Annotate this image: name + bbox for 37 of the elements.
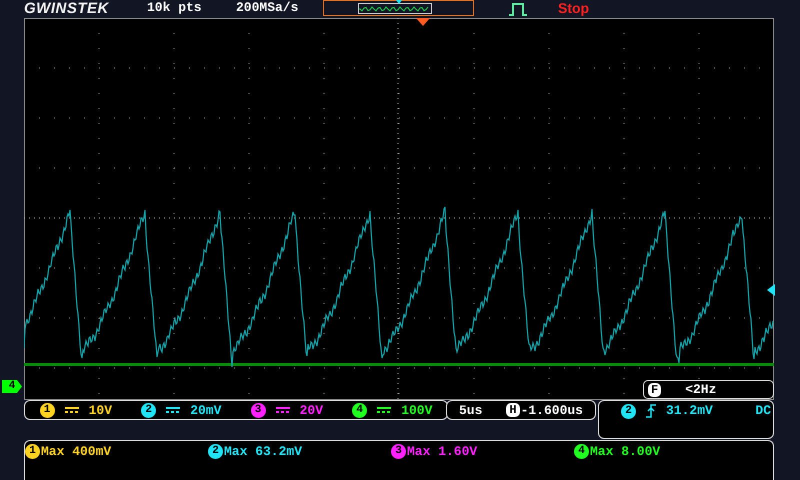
timebase-scale: 5us [458, 404, 482, 416]
rising-edge-icon [646, 404, 656, 418]
channel-scale: 20V [300, 404, 323, 416]
channel-scale: 100V [401, 404, 432, 416]
measurement-source: 2 [208, 444, 223, 459]
channel-number: 3 [250, 402, 266, 418]
measurement-source: 3 [391, 444, 406, 459]
sample-rate: 200MSa/s [236, 1, 298, 14]
horizontal-position-label: H [506, 403, 520, 417]
channel-number: 2 [141, 402, 156, 418]
measurement-value: Max 63.2mV [224, 445, 302, 458]
frequency-label: F [648, 382, 662, 396]
channel-ground-marker: 4 [2, 380, 22, 393]
channel-number: 4 [352, 402, 368, 418]
channel-scale: 10V [88, 404, 112, 416]
channel-scale: 20mV [190, 404, 222, 416]
dc-coupling-icon [166, 407, 180, 413]
record-length: 10k pts [147, 1, 202, 14]
measurement-source: 4 [574, 444, 589, 459]
horizontal-position: -1.600us [520, 404, 583, 416]
trigger-level: 31.2mV [666, 404, 713, 417]
measurement-value: Max 8.00V [590, 445, 660, 458]
trigger-coupling: DC [755, 404, 771, 417]
dc-coupling-icon [64, 407, 79, 413]
measurement-value: Max 1.60V [407, 445, 478, 458]
trigger-level-marker-icon [767, 284, 775, 296]
measurement-source: 1 [25, 444, 40, 459]
channel-number: 1 [40, 402, 55, 418]
measurement-value: Max 400mV [41, 445, 112, 458]
brand-logo: GWINSTEK [24, 1, 109, 16]
trigger-source: 2 [621, 404, 636, 419]
dc-coupling-icon [377, 407, 392, 413]
frequency-value: <2Hz [685, 383, 716, 396]
trigger-waveform-icon [508, 2, 528, 16]
trigger-position-marker-icon [416, 18, 430, 26]
run-status: Stop [558, 1, 590, 15]
dc-coupling-icon [276, 407, 290, 413]
